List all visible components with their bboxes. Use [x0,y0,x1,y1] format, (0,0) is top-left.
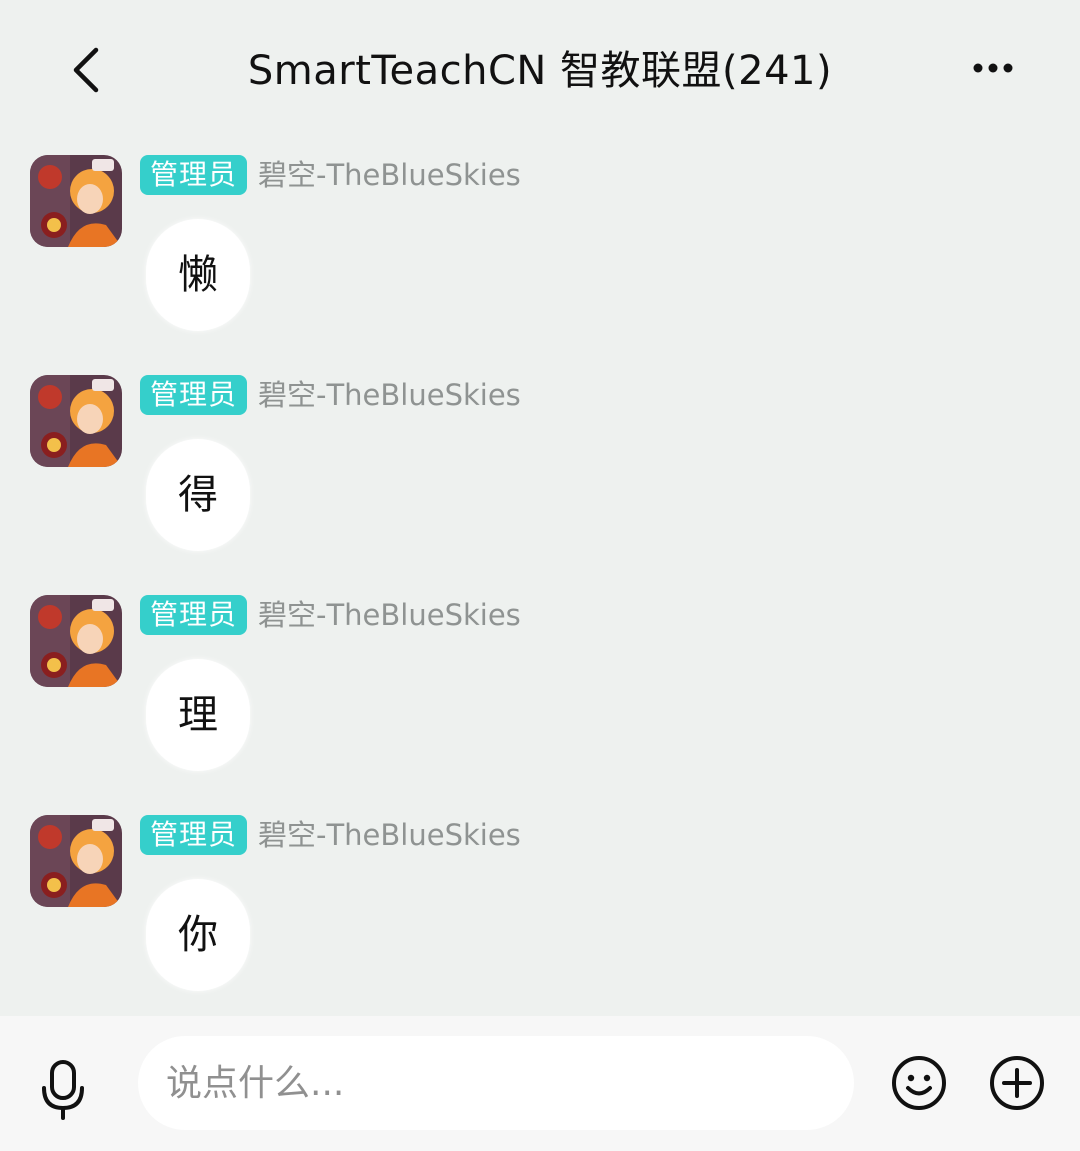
message-bubble[interactable]: 你 [146,879,250,991]
sender-name[interactable]: 碧空-TheBlueSkies [258,375,521,415]
microphone-icon [42,1060,84,1120]
sender-name[interactable]: 碧空-TheBlueSkies [258,815,521,855]
avatar-image-icon [30,375,122,467]
more-actions-button[interactable] [984,1050,1050,1116]
avatar-image-icon [30,595,122,687]
input-bar [0,1016,1080,1151]
sender-name[interactable]: 碧空-TheBlueSkies [258,595,521,635]
smiley-icon [892,1056,946,1110]
admin-badge: 管理员 [140,155,248,195]
sender-name[interactable]: 碧空-TheBlueSkies [258,155,521,195]
chat-title: SmartTeachCN 智教联盟(241) [247,48,833,94]
message-item: 管理员 碧空-TheBlueSkies 理 [0,595,1080,795]
voice-input-button[interactable] [30,1056,96,1122]
message-item: 管理员 碧空-TheBlueSkies 懒 [0,155,1080,355]
more-options-button[interactable] [962,46,1022,90]
more-horizontal-icon [973,63,1013,73]
admin-badge: 管理员 [140,375,248,415]
plus-circle-icon [990,1056,1044,1110]
avatar[interactable] [30,375,122,467]
avatar-image-icon [30,155,122,247]
message-item: 管理员 碧空-TheBlueSkies 得 [0,375,1080,575]
chat-header: SmartTeachCN 智教联盟(241) [0,0,1080,140]
message-bubble[interactable]: 得 [146,439,250,551]
avatar[interactable] [30,815,122,907]
admin-badge: 管理员 [140,595,248,635]
avatar[interactable] [30,595,122,687]
avatar-image-icon [30,815,122,907]
admin-badge: 管理员 [140,815,248,855]
message-input[interactable] [138,1036,854,1130]
message-bubble[interactable]: 理 [146,659,250,771]
message-item: 管理员 碧空-TheBlueSkies 你 [0,815,1080,1015]
avatar[interactable] [30,155,122,247]
message-bubble[interactable]: 懒 [146,219,250,331]
emoji-button[interactable] [886,1050,952,1116]
